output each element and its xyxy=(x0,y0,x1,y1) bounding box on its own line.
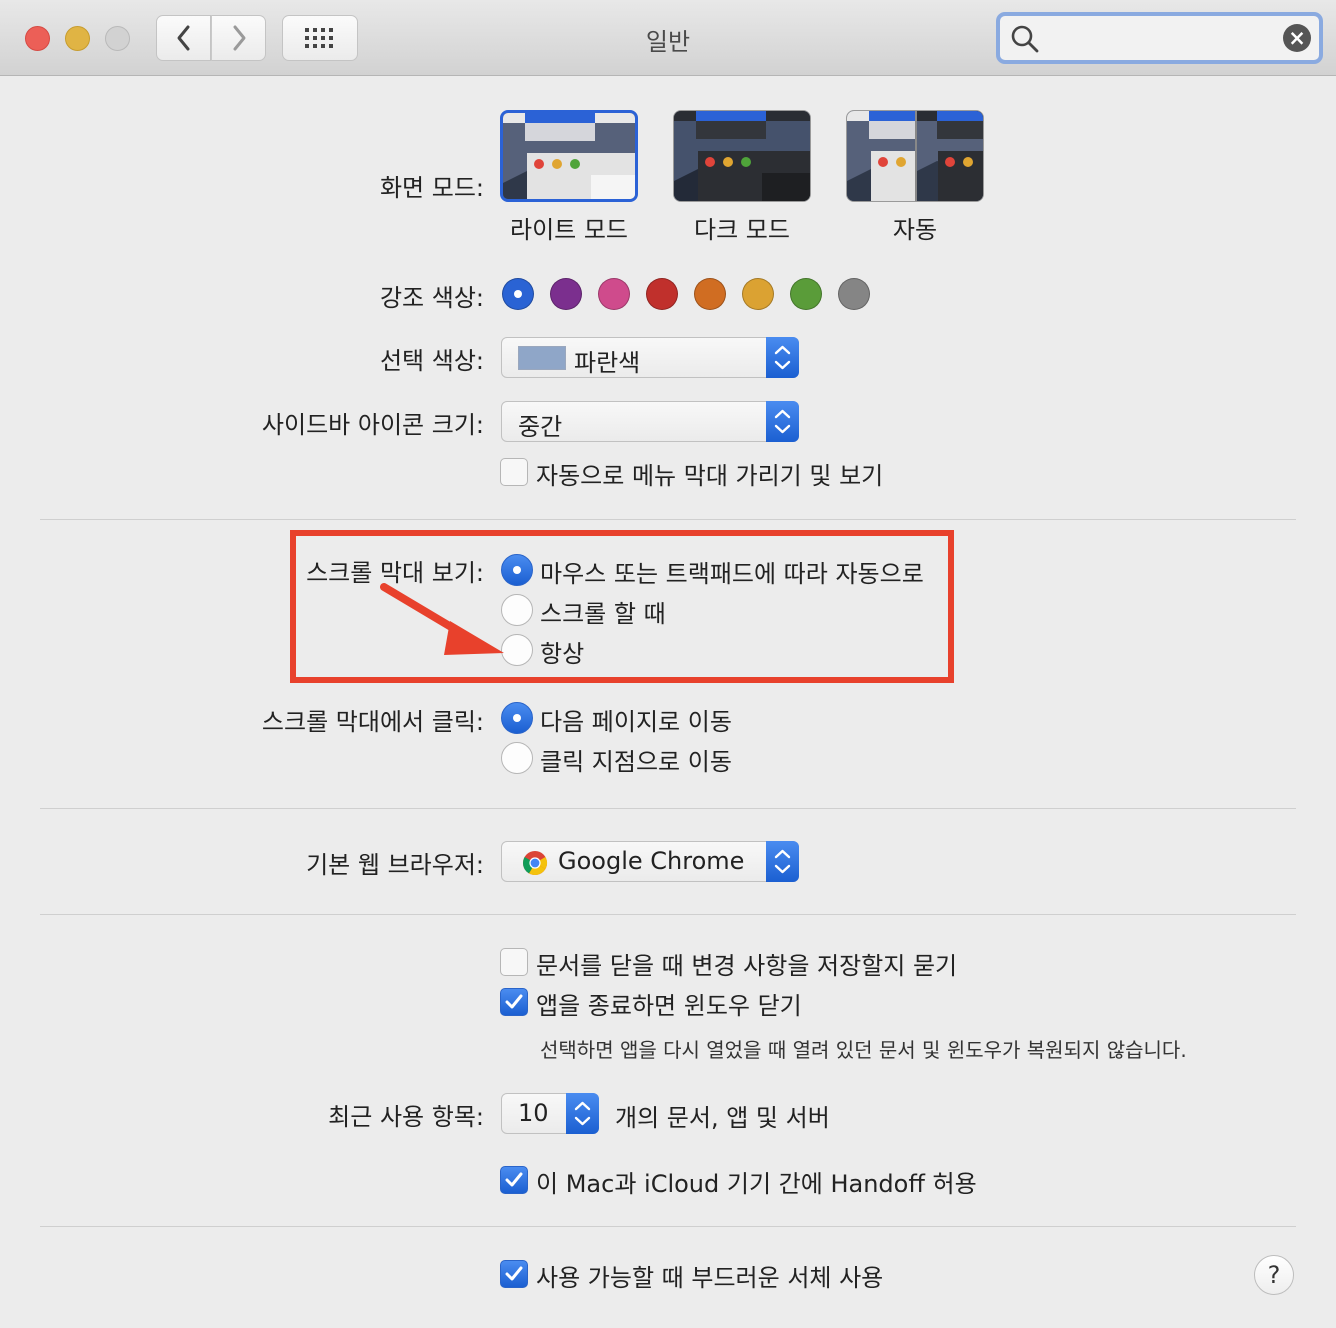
click-next-page-label: 다음 페이지로 이동 xyxy=(540,708,732,736)
checkmark-icon xyxy=(505,1266,523,1281)
recent-items-label: 최근 사용 항목: xyxy=(328,1103,484,1131)
font-smoothing-checkbox[interactable] xyxy=(500,1260,528,1288)
recent-items-value: 10 xyxy=(518,1099,549,1127)
scroll-bars-always-label: 항상 xyxy=(540,640,585,668)
appearance-dark-label[interactable]: 다크 모드 xyxy=(673,210,811,245)
click-scroll-bar-label: 스크롤 막대에서 클릭: xyxy=(261,708,484,736)
chrome-icon xyxy=(523,851,548,876)
ask-keep-changes-checkbox[interactable] xyxy=(500,948,528,976)
accent-color-swatch[interactable] xyxy=(838,278,870,310)
light-mode-preview xyxy=(503,113,635,199)
appearance-auto-thumbnail[interactable] xyxy=(846,110,984,202)
scroll-bars-when-scrolling-label: 스크롤 할 때 xyxy=(540,600,666,628)
accent-color-swatch[interactable] xyxy=(502,278,534,310)
default-browser-label: 기본 웹 브라우저: xyxy=(306,851,484,879)
recent-items-suffix: 개의 문서, 앱 및 서버 xyxy=(615,1104,830,1132)
appearance-auto-label[interactable]: 자동 xyxy=(846,210,984,245)
accent-color-swatch[interactable] xyxy=(694,278,726,310)
appearance-light-thumbnail[interactable] xyxy=(500,110,638,202)
annotation-arrow-icon xyxy=(380,583,504,655)
default-browser-popup[interactable]: Google Chrome xyxy=(501,841,799,882)
accent-color-swatch[interactable] xyxy=(646,278,678,310)
sidebar-icon-size-popup[interactable]: 중간 xyxy=(501,401,799,442)
ask-keep-changes-label: 문서를 닫을 때 변경 사항을 저장할지 묻기 xyxy=(536,952,958,980)
separator xyxy=(40,1226,1296,1227)
close-windows-label: 앱을 종료하면 윈도우 닫기 xyxy=(536,992,802,1020)
help-button[interactable]: ? xyxy=(1254,1255,1294,1295)
menu-bar-autohide-label: 자동으로 메뉴 막대 가리기 및 보기 xyxy=(536,462,884,490)
appearance-light-label[interactable]: 라이트 모드 xyxy=(500,210,638,245)
appearance-label: 화면 모드: xyxy=(379,174,484,202)
highlight-color-value: 파란색 xyxy=(574,349,641,377)
accent-color-swatch[interactable] xyxy=(550,278,582,310)
accent-color-label: 강조 색상: xyxy=(379,284,484,312)
popup-chevron-icon xyxy=(766,841,799,882)
selected-dot-icon xyxy=(514,290,522,298)
clear-search-icon[interactable]: × xyxy=(1283,24,1311,52)
dark-mode-preview xyxy=(674,111,810,201)
handoff-checkbox[interactable] xyxy=(500,1166,528,1194)
separator xyxy=(40,519,1296,520)
sidebar-icon-size-label: 사이드바 아이콘 크기: xyxy=(261,411,484,439)
accent-color-swatch[interactable] xyxy=(598,278,630,310)
search-field[interactable]: × xyxy=(996,12,1323,64)
scroll-bars-auto-label: 마우스 또는 트랙패드에 따라 자동으로 xyxy=(540,560,924,588)
menu-bar-autohide-checkbox[interactable] xyxy=(500,458,528,486)
separator xyxy=(40,808,1296,809)
title-bar: 일반 × xyxy=(0,0,1336,76)
recent-items-popup[interactable]: 10 xyxy=(501,1093,599,1134)
popup-chevron-icon xyxy=(766,337,799,378)
close-windows-note: 선택하면 앱을 다시 열었을 때 열려 있던 문서 및 윈도우가 복원되지 않습… xyxy=(540,1038,1187,1062)
search-icon xyxy=(1011,25,1039,53)
checkmark-icon xyxy=(505,1172,523,1187)
auto-mode-preview xyxy=(847,111,983,201)
appearance-dark-thumbnail[interactable] xyxy=(673,110,811,202)
click-spot-radio[interactable] xyxy=(501,742,533,774)
checkmark-icon xyxy=(505,994,523,1009)
click-spot-label: 클릭 지점으로 이동 xyxy=(540,748,732,776)
sidebar-icon-size-value: 중간 xyxy=(518,413,563,441)
highlight-color-popup[interactable]: 파란색 xyxy=(501,337,799,378)
highlight-color-swatch xyxy=(518,346,566,370)
click-next-page-radio[interactable] xyxy=(501,702,533,734)
popup-chevron-icon xyxy=(566,1093,599,1134)
popup-chevron-icon xyxy=(766,401,799,442)
accent-color-swatch[interactable] xyxy=(790,278,822,310)
highlight-color-label: 선택 색상: xyxy=(379,347,484,375)
font-smoothing-label: 사용 가능할 때 부드러운 서체 사용 xyxy=(536,1264,884,1292)
handoff-label: 이 Mac과 iCloud 기기 간에 Handoff 허용 xyxy=(536,1170,977,1198)
separator xyxy=(40,914,1296,915)
close-windows-checkbox[interactable] xyxy=(500,988,528,1016)
accent-color-swatch[interactable] xyxy=(742,278,774,310)
default-browser-value: Google Chrome xyxy=(558,847,745,875)
